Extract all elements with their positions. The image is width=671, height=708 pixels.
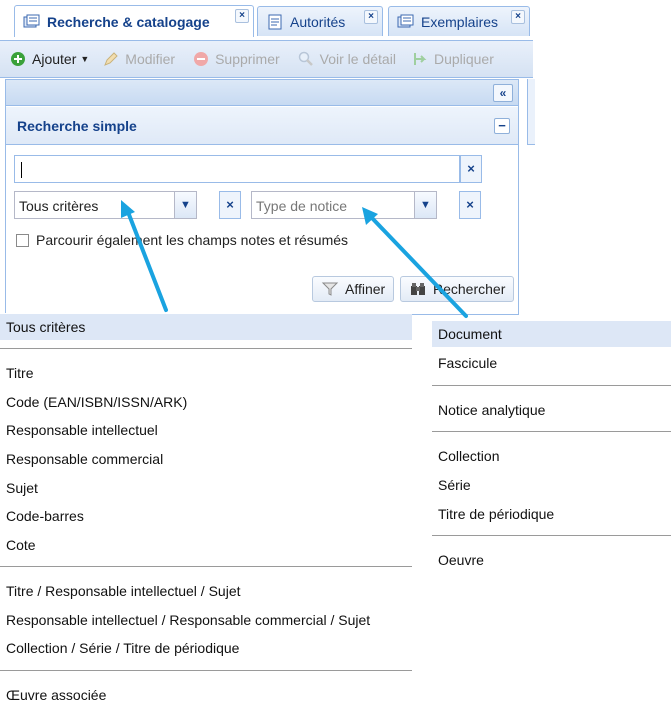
delete-label: Supprimer — [215, 51, 280, 67]
tab-bar: Recherche & catalogage × Autorités × Exe… — [0, 0, 533, 40]
list-item[interactable]: Responsable intellectuel / Responsable c… — [0, 607, 412, 633]
list-item[interactable]: Fascicule — [432, 350, 671, 376]
tab-recherche-catalogage[interactable]: Recherche & catalogage × — [14, 5, 254, 37]
clear-notice-type-icon[interactable]: × — [459, 191, 481, 219]
include-notes-checkbox[interactable] — [16, 234, 29, 247]
results-grid-edge — [527, 79, 535, 145]
separator — [0, 348, 412, 349]
tab-autorites[interactable]: Autorités × — [257, 6, 383, 36]
close-icon[interactable]: × — [364, 10, 378, 24]
simple-search-panel: « Recherche simple − × Tous critères ▼ ×… — [5, 79, 519, 315]
refine-label: Affiner — [345, 281, 386, 297]
copies-icon — [397, 14, 415, 30]
separator — [432, 385, 671, 386]
list-item[interactable]: Sujet — [0, 475, 412, 501]
separator — [0, 566, 412, 567]
close-icon[interactable]: × — [235, 9, 249, 23]
delete-button[interactable]: Supprimer — [193, 51, 280, 67]
list-item-selected[interactable]: Document — [432, 321, 671, 347]
edit-button[interactable]: Modifier — [103, 51, 175, 67]
search-label: Rechercher — [433, 281, 506, 297]
pencil-icon — [103, 51, 119, 67]
tab-label: Recherche & catalogage — [47, 13, 210, 30]
tab-label: Autorités — [290, 13, 346, 30]
duplicate-label: Dupliquer — [433, 51, 494, 67]
tab-exemplaires[interactable]: Exemplaires × — [388, 6, 530, 36]
list-item[interactable]: Collection / Série / Titre de périodique — [0, 635, 412, 661]
text-caret — [21, 162, 22, 178]
view-details-button[interactable]: Voir le détail — [298, 51, 396, 67]
panel-title: Recherche simple — [17, 118, 137, 134]
list-item[interactable]: Code-barres — [0, 503, 412, 529]
notice-type-placeholder: Type de notice — [256, 198, 348, 214]
list-item[interactable]: Responsable intellectuel — [0, 417, 412, 443]
add-button[interactable]: Ajouter ▼ — [10, 51, 89, 67]
notice-type-dropdown-list: Document Fascicule Notice analytique Col… — [432, 320, 671, 578]
collapse-panel-icon[interactable]: − — [494, 118, 510, 134]
criteria-dropdown-list: Tous critères Titre Code (EAN/ISBN/ISSN/… — [0, 313, 412, 708]
minus-circle-icon — [193, 51, 209, 67]
notice-type-select[interactable]: Type de notice ▼ — [251, 191, 437, 219]
magnifier-icon — [298, 51, 314, 67]
panel-strip: « — [6, 80, 518, 106]
filter-icon — [321, 281, 339, 297]
collapse-left-icon[interactable]: « — [493, 84, 513, 102]
chevron-down-icon[interactable]: ▼ — [174, 192, 196, 218]
chevron-down-icon[interactable]: ▼ — [414, 192, 436, 218]
authority-icon — [266, 14, 284, 30]
criteria-select[interactable]: Tous critères ▼ — [14, 191, 197, 219]
clear-search-icon[interactable]: × — [460, 155, 482, 183]
search-button[interactable]: Rechercher — [400, 276, 515, 302]
criteria-value: Tous critères — [19, 198, 99, 214]
separator — [432, 535, 671, 536]
separator — [432, 431, 671, 432]
list-item[interactable]: Titre — [0, 360, 412, 386]
list-item[interactable]: Responsable commercial — [0, 446, 412, 472]
add-label: Ajouter — [32, 51, 77, 67]
search-input[interactable] — [14, 155, 460, 183]
include-notes-label: Parcourir également les champs notes et … — [36, 232, 349, 248]
list-item[interactable]: Cote — [0, 532, 412, 558]
details-label: Voir le détail — [319, 51, 396, 67]
list-item[interactable]: Titre de périodique — [432, 501, 671, 527]
list-item-selected[interactable]: Tous critères — [0, 314, 412, 340]
dropdown-arrow-icon: ▼ — [80, 54, 90, 64]
refine-button[interactable]: Affiner — [312, 276, 395, 302]
plus-circle-icon — [10, 51, 26, 67]
clear-criteria-icon[interactable]: × — [219, 191, 241, 219]
close-icon[interactable]: × — [511, 10, 525, 24]
edit-label: Modifier — [125, 51, 176, 67]
list-item[interactable]: Collection — [432, 443, 671, 469]
list-item[interactable]: Code (EAN/ISBN/ISSN/ARK) — [0, 389, 412, 415]
tab-label: Exemplaires — [421, 13, 499, 30]
catalog-icon — [23, 14, 41, 30]
list-item[interactable]: Série — [432, 472, 671, 498]
list-item[interactable]: Titre / Responsable intellectuel / Sujet — [0, 578, 412, 604]
separator — [0, 670, 412, 671]
list-item[interactable]: Oeuvre — [432, 547, 671, 573]
list-item[interactable]: Œuvre associée — [0, 682, 412, 708]
binoculars-icon — [409, 281, 427, 297]
toolbar: Ajouter ▼ Modifier Supprimer Voir le dét… — [0, 40, 533, 78]
list-item[interactable]: Notice analytique — [432, 397, 671, 423]
duplicate-icon — [412, 51, 428, 67]
panel-header: Recherche simple − — [6, 107, 518, 145]
duplicate-button[interactable]: Dupliquer — [412, 51, 494, 67]
